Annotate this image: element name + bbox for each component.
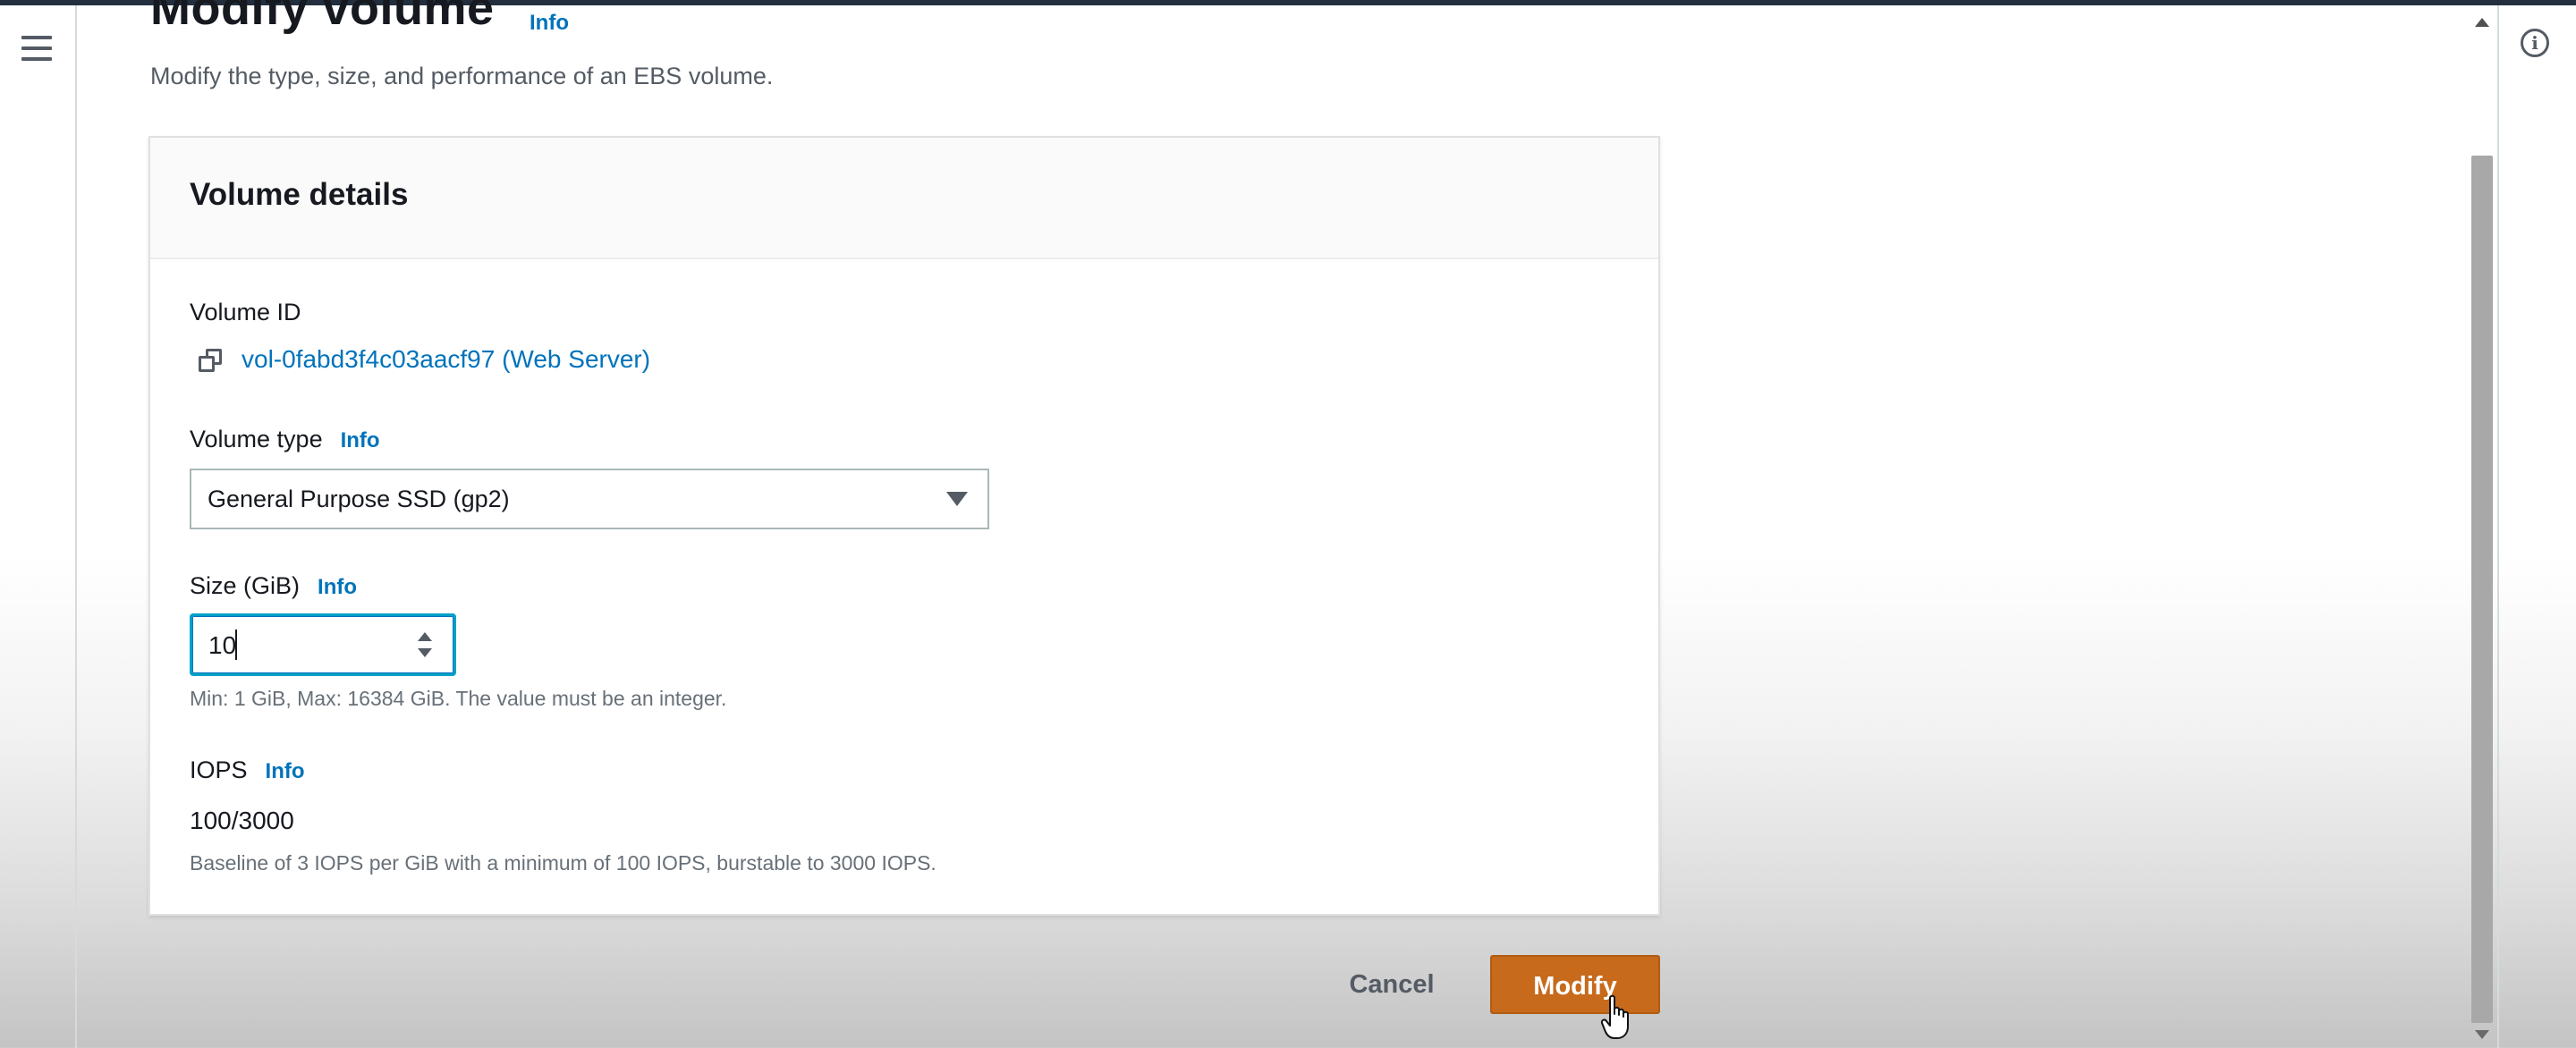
hand-cursor-icon <box>1601 994 1629 1039</box>
page-title: Modify volume <box>150 0 495 35</box>
scroll-up-icon[interactable] <box>2475 18 2489 27</box>
stepper-icon[interactable] <box>416 630 434 661</box>
copy-icon[interactable] <box>199 349 222 372</box>
scrollbar-thumb[interactable] <box>2471 156 2493 1023</box>
size-label: Size (GiB) Info <box>190 572 357 600</box>
caret-down-icon <box>946 492 968 506</box>
volume-type-info-link[interactable]: Info <box>341 428 380 452</box>
size-hint: Min: 1 GiB, Max: 16384 GiB. The value mu… <box>190 687 727 710</box>
size-label-text: Size (GiB) <box>190 572 301 599</box>
size-input-value: 10 <box>208 631 237 659</box>
iops-label: IOPS Info <box>190 756 305 784</box>
card-title: Volume details <box>190 177 409 212</box>
card-header: Volume details <box>150 138 1658 259</box>
page-description: Modify the type, size, and performance o… <box>150 63 774 89</box>
volume-type-select[interactable]: General Purpose SSD (gp2) <box>190 469 989 529</box>
tools-rail <box>2497 5 2576 1048</box>
scrollbar[interactable] <box>2469 5 2496 1048</box>
volume-type-label-text: Volume type <box>190 426 323 452</box>
info-circle-icon[interactable]: i <box>2521 29 2549 57</box>
volume-details-card: Volume details Volume ID vol-0fabd3f4c03… <box>148 136 1660 916</box>
iops-info-link[interactable]: Info <box>266 759 305 783</box>
text-cursor <box>235 630 237 660</box>
iops-label-text: IOPS <box>190 756 248 783</box>
cancel-button[interactable]: Cancel <box>1324 955 1460 1014</box>
volume-id-link[interactable]: vol-0fabd3f4c03aacf97 (Web Server) <box>242 345 650 374</box>
title-info-link[interactable]: Info <box>530 11 569 36</box>
size-info-link[interactable]: Info <box>318 575 357 599</box>
iops-value: 100/3000 <box>190 807 294 834</box>
volume-type-label: Volume type Info <box>190 426 380 453</box>
modify-button[interactable]: Modify <box>1490 955 1660 1014</box>
scroll-down-icon[interactable] <box>2475 1030 2489 1039</box>
volume-type-selected-value: General Purpose SSD (gp2) <box>208 486 510 512</box>
iops-hint: Baseline of 3 IOPS per GiB with a minimu… <box>190 851 936 875</box>
size-input[interactable]: 10 <box>190 613 456 676</box>
menu-icon[interactable] <box>21 36 52 61</box>
navigation-rail <box>0 5 77 1048</box>
volume-id-label: Volume ID <box>190 299 301 325</box>
